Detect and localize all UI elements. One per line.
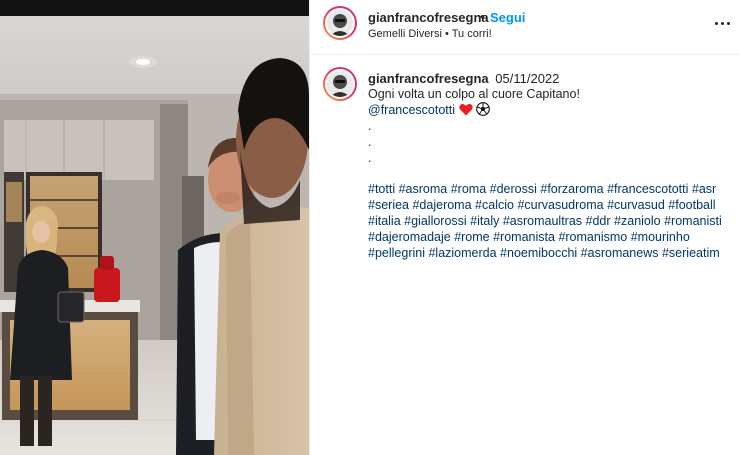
hashtag-link[interactable]: #italy [470,214,499,228]
caption-text: Ogni volta un colpo al cuore Capitano! @… [368,86,718,166]
audio-track-label[interactable]: Gemelli Diversi • Tu corri! [368,28,492,40]
hashtag-link[interactable]: #romanisti [664,214,722,228]
post-media[interactable] [0,0,309,455]
post-header: gianfrancofresegna • Segui Gemelli Diver… [310,0,740,55]
hashtag-link[interactable]: #curvasudroma [517,198,603,212]
hashtag-link[interactable]: #dajeromadaje [368,230,451,244]
hashtag-link[interactable]: #asroma [399,182,448,196]
hashtag-link[interactable]: #ddr [586,214,611,228]
hashtag-link[interactable]: #mourinho [631,230,690,244]
hashtag-line: #totti #asroma #roma #derossi #forzaroma… [368,181,728,197]
hashtag-link[interactable]: #pellegrini [368,246,425,260]
heart-icon [458,103,473,116]
follow-button[interactable]: Segui [490,10,525,25]
separator-dot: • [480,9,485,24]
hashtag-link[interactable]: #curvasud [607,198,665,212]
caption-line: . [368,151,372,165]
hashtag-list: #totti #asroma #roma #derossi #forzaroma… [368,181,728,261]
hashtag-link[interactable]: #calcio [475,198,514,212]
hashtag-link[interactable]: #noemibocchi [500,246,577,260]
hashtag-link[interactable]: #italia [368,214,401,228]
post-photo [0,0,309,455]
caption-heading: gianfrancofresegna 05/11/2022 [368,71,559,86]
caption-line: . [368,135,372,149]
hashtag-link[interactable]: #zaniolo [614,214,661,228]
hashtag-line: #dajeromadaje #rome #romanista #romanism… [368,229,728,245]
hashtag-link[interactable]: #totti [368,182,395,196]
hashtag-link[interactable]: #asromaultras [503,214,582,228]
author-avatar[interactable] [323,6,357,40]
hashtag-line: #pellegrini #laziomerda #noemibocchi #as… [368,245,728,261]
hashtag-link[interactable]: #derossi [490,182,537,196]
post-sidebar: gianfrancofresegna • Segui Gemelli Diver… [309,0,740,455]
hashtag-line: #seriea #dajeroma #calcio #curvasudroma … [368,197,728,213]
hashtag-link[interactable]: #serieatim [662,246,720,260]
caption-line: Ogni volta un colpo al cuore Capitano! [368,87,580,101]
hashtag-link[interactable]: #dajeroma [412,198,471,212]
hashtag-link[interactable]: #laziomerda [428,246,496,260]
hashtag-link[interactable]: #rome [454,230,489,244]
hashtag-line: #italia #giallorossi #italy #asromaultra… [368,213,728,229]
hashtag-link[interactable]: #forzaroma [540,182,603,196]
hashtag-link[interactable]: #football [668,198,715,212]
caption-line: @francescototti [368,102,718,118]
caption-author-avatar[interactable] [323,67,357,101]
hashtag-link[interactable]: #seriea [368,198,409,212]
hashtag-link[interactable]: #romanismo [558,230,627,244]
hashtag-link[interactable]: #asromanews [581,246,659,260]
caption-line: . [368,119,372,133]
avatar-portrait-icon [327,71,353,97]
post-date: 05/11/2022 [495,71,560,86]
caption-block: gianfrancofresegna 05/11/2022 Ogni volta… [310,55,740,455]
hashtag-link[interactable]: #francescototti [607,182,688,196]
caption-username[interactable]: gianfrancofresegna [368,71,489,86]
mention-link[interactable]: @francescototti [368,103,455,117]
hashtag-link[interactable]: #asr [692,182,716,196]
author-username[interactable]: gianfrancofresegna [368,10,489,25]
hashtag-link[interactable]: #giallorossi [404,214,467,228]
hashtag-link[interactable]: #roma [451,182,486,196]
soccer-ball-icon [476,102,490,116]
more-options-icon[interactable] [712,17,732,29]
hashtag-link[interactable]: #romanista [493,230,555,244]
avatar-portrait-icon [327,10,353,36]
